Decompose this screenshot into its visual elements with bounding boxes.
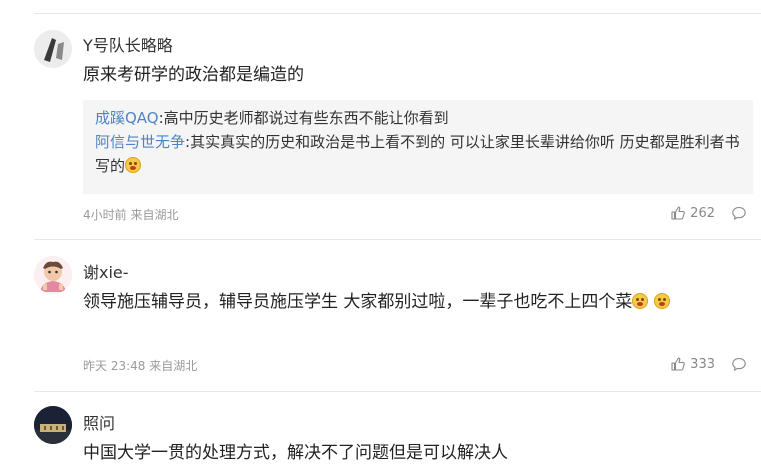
comment-text: 中国大学一贯的处理方式，解决不了问题但是可以解决人: [83, 443, 508, 463]
comment-bubble-icon[interactable]: [731, 356, 747, 372]
blushing-emoji-icon: [632, 293, 649, 309]
like-count: 262: [690, 205, 715, 221]
reply-username[interactable]: 成蹊QAQ: [95, 109, 159, 127]
username[interactable]: Y号队长略略: [83, 32, 173, 56]
reply-box: 成蹊QAQ:高中历史老师都说过有些东西不能让你看到 阿信与世无争:其实真实的历史…: [83, 100, 753, 194]
comment-meta: 4小时前 来自湖北: [83, 208, 179, 222]
comment-divider: [34, 391, 761, 392]
comment-actions: 333: [670, 356, 747, 372]
comment-text: 领导施压辅导员，辅导员施压学生 大家都别过啦，一辈子也吃不上四个菜: [83, 289, 743, 315]
thumbs-up-icon[interactable]: [670, 356, 686, 372]
comment-text: 原来考研学的政治都是编造的: [83, 65, 304, 85]
comment-divider: [34, 239, 761, 240]
avatar[interactable]: [34, 256, 72, 294]
username[interactable]: 谢xie-: [83, 259, 129, 283]
reply-text: :其实真实的历史和政治是书上看不到的 可以让家里长辈讲给你听 历史都是胜利者书写…: [95, 133, 740, 175]
blushing-emoji-icon: [653, 293, 670, 309]
comment-bubble-icon[interactable]: [731, 205, 747, 221]
avatar[interactable]: [34, 406, 72, 444]
username[interactable]: 照问: [83, 410, 115, 434]
like-count: 333: [690, 356, 715, 372]
comment-meta: 昨天 23:48 来自湖北: [83, 359, 198, 373]
reply-text: :高中历史老师都说过有些东西不能让你看到: [158, 109, 449, 127]
blushing-emoji-icon: [125, 157, 142, 173]
comment-actions: 262: [670, 205, 747, 221]
reply-username[interactable]: 阿信与世无争: [95, 133, 185, 151]
reply-line: 阿信与世无争:其实真实的历史和政治是书上看不到的 可以让家里长辈讲给你听 历史都…: [95, 130, 741, 178]
top-divider: [34, 13, 761, 14]
reply-line: 成蹊QAQ:高中历史老师都说过有些东西不能让你看到: [95, 106, 741, 130]
avatar[interactable]: [34, 30, 72, 68]
comment-text-body: 领导施压辅导员，辅导员施压学生 大家都别过啦，一辈子也吃不上四个菜: [83, 292, 633, 312]
thumbs-up-icon[interactable]: [670, 205, 686, 221]
